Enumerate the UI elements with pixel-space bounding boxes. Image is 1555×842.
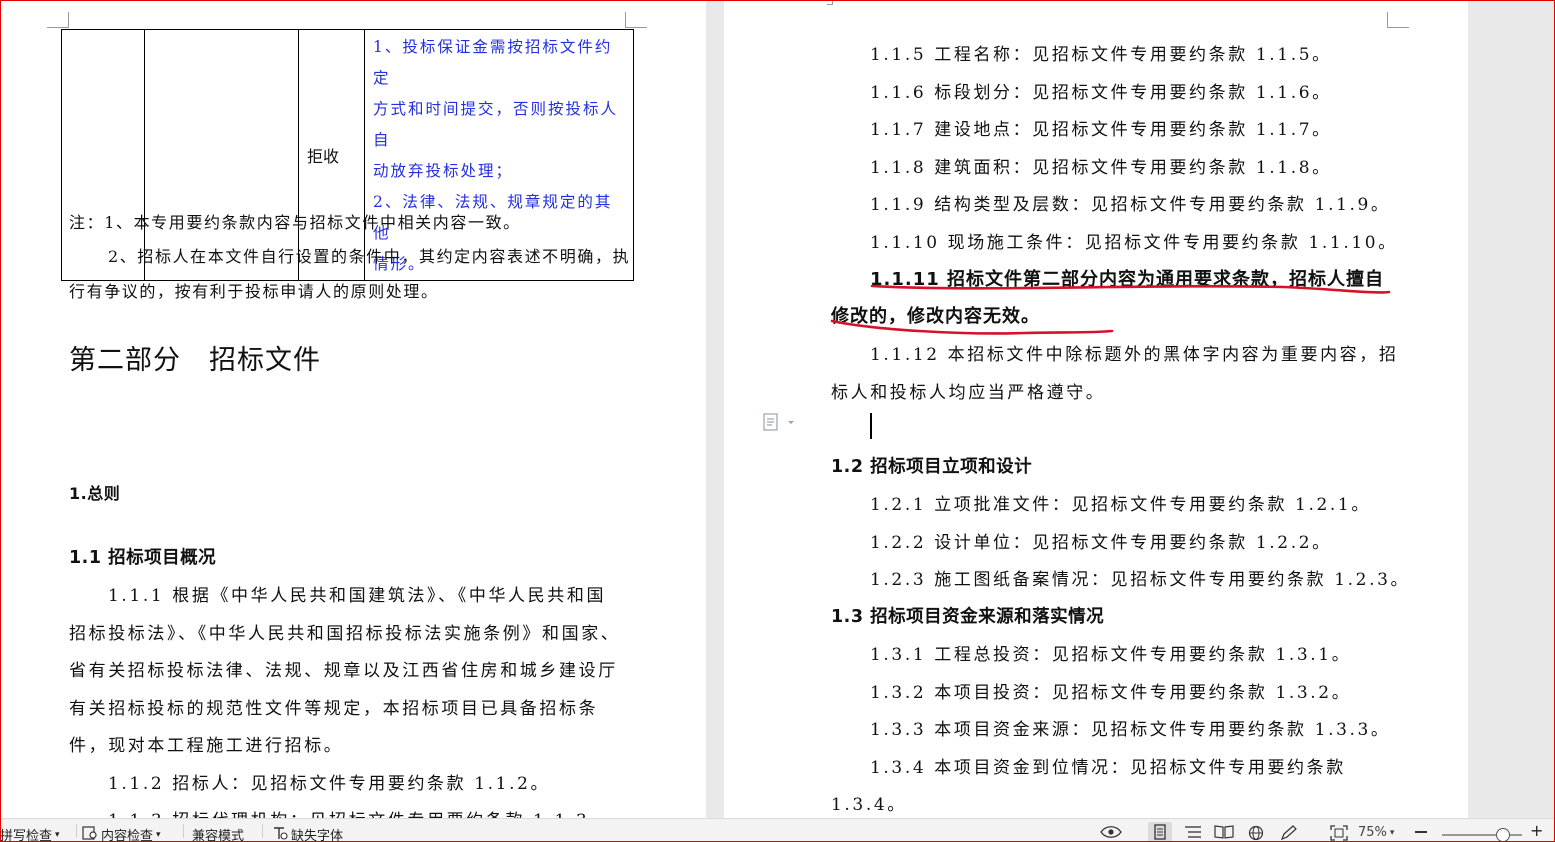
eye-icon — [1100, 825, 1122, 842]
section-heading-1-3: 1.3 招标项目资金来源和落实情况 — [831, 607, 1105, 627]
chevron-down-icon: ▾ — [1389, 827, 1395, 838]
minus-icon — [1415, 831, 1427, 833]
paragraph-options-icon[interactable] — [762, 412, 798, 432]
para-1-3-3: 1.3.3 本项目资金来源：见招标文件专用要约条款 1.3.3。 — [870, 720, 1391, 740]
zoom-in-button[interactable]: + — [1530, 821, 1544, 840]
pen-button[interactable] — [1280, 825, 1298, 842]
status-bar: 拼写检查 ▾ 内容检查 ▾ 兼容模式 缺失字体 75% ▾ + — [0, 818, 1555, 842]
divider — [262, 824, 263, 838]
para-1-3-2: 1.3.2 本项目投资：见招标文件专用要约条款 1.3.2。 — [870, 683, 1352, 703]
para-1-1-1-line-2: 招标投标法》、《中华人民共和国招标投标法实施条例》和国家、 — [69, 624, 621, 644]
missing-font-button[interactable]: 缺失字体 — [272, 825, 343, 842]
para-1-3-4: 1.3.4 本项目资金到位情况：见招标文件专用要约条款 — [870, 758, 1346, 778]
para-1-1-8: 1.1.8 建筑面积：见招标文件专用要约条款 1.1.8。 — [870, 158, 1332, 178]
para-1-1-10: 1.1.10 现场施工条件：见招标文件专用要约条款 1.1.10。 — [870, 233, 1398, 253]
para-1-1-1-line-3: 省有关招标投标法律、法规、规章以及江西省住房和城乡建设厅 — [69, 661, 618, 681]
para-1-1-2: 1.1.2 招标人：见招标文件专用要约条款 1.1.2。 — [108, 774, 551, 794]
para-1-3-4-cont: 1.3.4。 — [831, 795, 907, 815]
fit-page-icon — [1330, 825, 1348, 842]
globe-icon — [1248, 825, 1264, 842]
zoom-level-dropdown[interactable]: 75% ▾ — [1358, 825, 1394, 840]
zoom-level-label: 75% — [1358, 825, 1387, 840]
zoom-slider-thumb[interactable] — [1496, 828, 1510, 842]
para-1-1-3: 1.1.3 招标代理机构：见招标文件专用要约条款 1.1.3 — [108, 806, 589, 818]
part-title: 第二部分 招标文件 — [69, 345, 321, 376]
crop-mark-top-left — [827, 0, 833, 5]
document-page-right[interactable]: 1.1.5 工程名称：见招标文件专用要约条款 1.1.5。 1.1.6 标段划分… — [724, 0, 1468, 818]
para-1-1-1-line-5: 件，现对本工程施工进行招标。 — [69, 736, 344, 756]
section-heading-1: 1.总则 — [69, 484, 121, 503]
section-heading-1-2: 1.2 招标项目立项和设计 — [831, 457, 1033, 477]
font-warning-icon — [272, 826, 288, 842]
compat-mode-label: 兼容模式 — [192, 829, 245, 842]
text-cursor — [870, 413, 872, 439]
para-1-1-11-line-1: 1.1.11 招标文件第二部分内容为通用要求条款，招标人擅自 — [870, 269, 1385, 290]
page-view-button[interactable] — [1148, 822, 1172, 842]
para-1-3-1: 1.3.1 工程总投资：见招标文件专用要约条款 1.3.1。 — [870, 645, 1352, 665]
page-view-icon — [1152, 824, 1168, 842]
para-1-2-3: 1.2.3 施工图纸备案情况：见招标文件专用要约条款 1.2.3。 — [870, 570, 1411, 590]
content-check-button[interactable]: 内容检查 ▾ — [82, 825, 161, 842]
para-1-1-1-line-4: 有关招标投标的规范性文件等规定，本招标项目已具备招标条 — [69, 699, 599, 719]
zoom-out-button[interactable] — [1415, 825, 1427, 833]
para-1-1-1-line-1: 1.1.1 根据《中华人民共和国建筑法》、《中华人民共和国 — [108, 586, 607, 606]
web-view-button[interactable] — [1248, 825, 1264, 842]
pen-icon — [1280, 825, 1298, 842]
chevron-down-icon: ▾ — [156, 829, 161, 840]
zoom-slider-track — [1442, 834, 1522, 836]
crop-mark-top-left — [47, 12, 69, 28]
crop-mark-top-right — [625, 12, 647, 28]
eye-protection-button[interactable] — [1100, 825, 1122, 842]
para-1-2-1: 1.2.1 立项批准文件：见招标文件专用要约条款 1.2.1。 — [870, 495, 1371, 515]
outline-view-icon — [1184, 825, 1202, 842]
content-check-label: 内容检查 — [101, 829, 154, 842]
divider — [76, 824, 77, 838]
outline-view-button[interactable] — [1184, 825, 1202, 842]
para-1-1-12-line-2: 标人和投标人均应当严格遵守。 — [831, 383, 1106, 403]
para-1-1-7: 1.1.7 建设地点：见招标文件专用要约条款 1.1.7。 — [870, 120, 1332, 140]
compat-mode-indicator[interactable]: 兼容模式 — [192, 825, 244, 842]
crop-mark-top-right — [1387, 12, 1409, 28]
note-line-2: 2、招标人在本文件自行设置的条件中，其约定内容表述不明确，执 — [108, 247, 631, 266]
note-line-1: 注：1、本专用要约条款内容与招标文件中相关内容一致。 — [69, 213, 521, 232]
para-1-1-5: 1.1.5 工程名称：见招标文件专用要约条款 1.1.5。 — [870, 45, 1332, 65]
note-line-3: 行有争议的，按有利于投标申请人的原则处理。 — [69, 282, 439, 301]
fit-page-button[interactable] — [1330, 825, 1348, 842]
para-1-1-9: 1.1.9 结构类型及层数：见招标文件专用要约条款 1.1.9。 — [870, 195, 1391, 215]
read-mode-button[interactable] — [1214, 825, 1234, 842]
missing-font-label: 缺失字体 — [291, 829, 344, 842]
book-icon — [1214, 825, 1234, 842]
para-1-1-6: 1.1.6 标段划分：见招标文件专用要约条款 1.1.6。 — [870, 83, 1332, 103]
divider — [183, 824, 184, 838]
document-page-left[interactable]: 拒收 1、投标保证金需按招标文件约定 方式和时间提交，否则按投标人自 动放弃投标… — [0, 0, 706, 818]
content-check-icon — [82, 825, 98, 842]
zoom-slider[interactable] — [1442, 819, 1522, 842]
para-1-1-11-line-2: 修改的，修改内容无效。 — [831, 306, 1040, 327]
plus-icon: + — [1530, 821, 1544, 840]
section-heading-1-1: 1.1 招标项目概况 — [69, 548, 217, 568]
chevron-down-icon: ▾ — [55, 829, 60, 840]
para-1-1-12-line-1: 1.1.12 本招标文件中除标题外的黑体字内容为重要内容，招 — [870, 345, 1399, 365]
para-1-2-2: 1.2.2 设计单位：见招标文件专用要约条款 1.2.2。 — [870, 533, 1332, 553]
spell-check-label: 拼写检查 — [0, 829, 53, 842]
spell-check-button[interactable]: 拼写检查 ▾ — [0, 825, 60, 842]
